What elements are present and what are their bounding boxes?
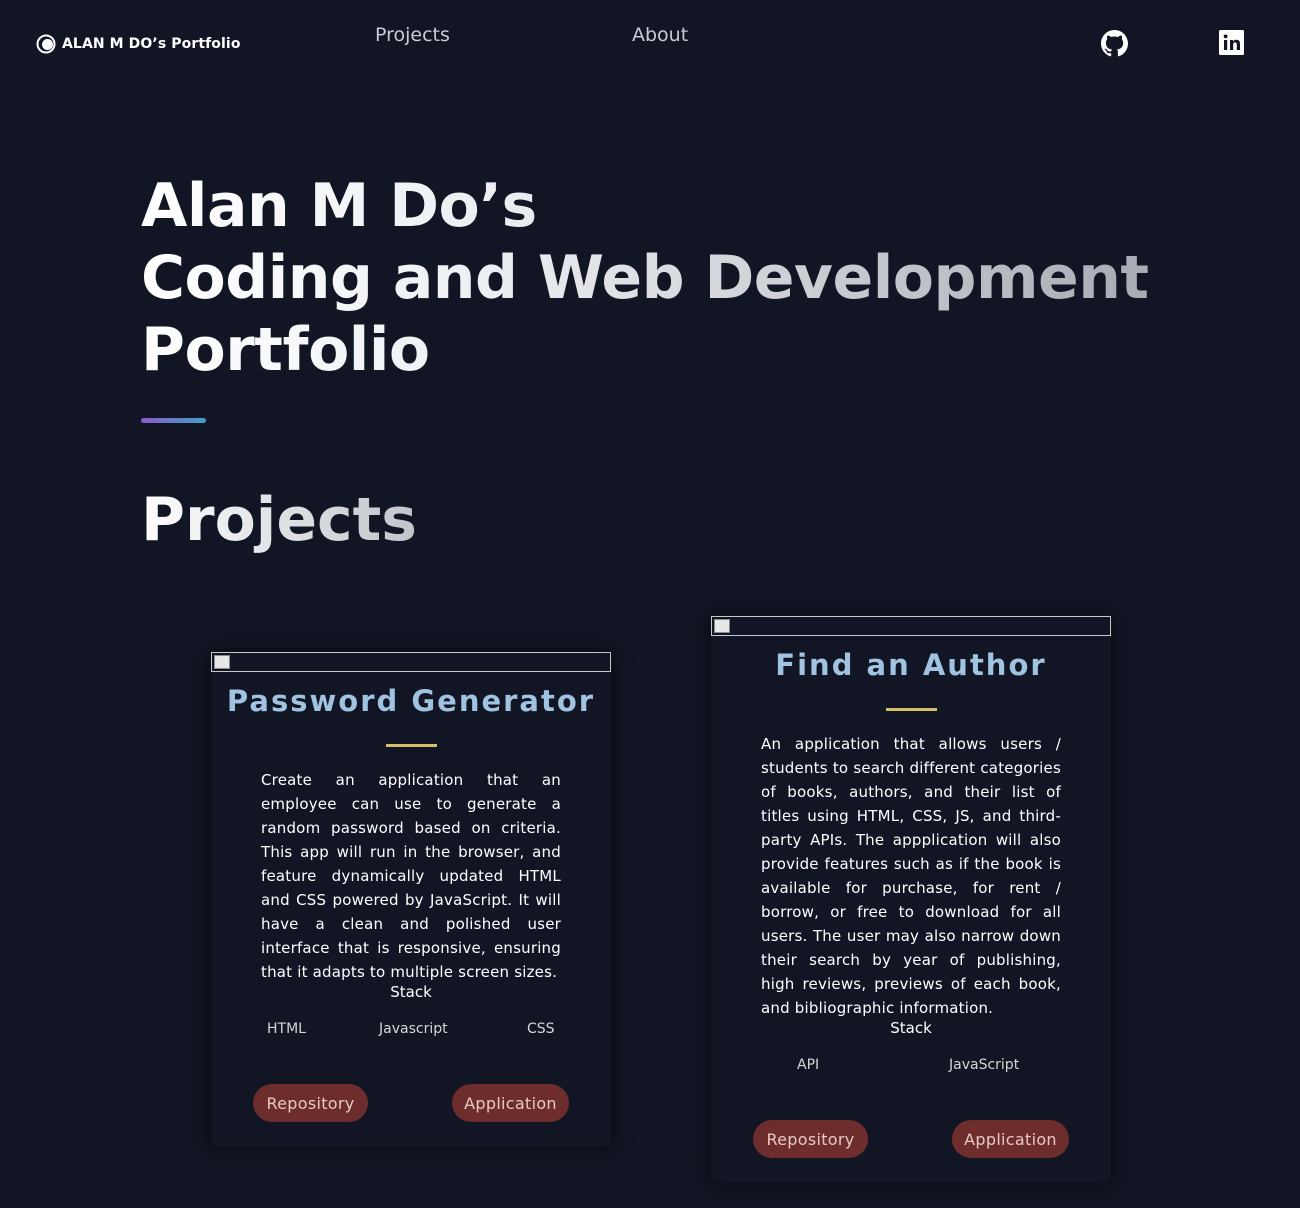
hero-title-line-1: Alan M Do’s <box>141 171 537 241</box>
stack-item-javascript: Javascript <box>379 1021 448 1037</box>
project-image-broken <box>711 616 1111 636</box>
application-button[interactable]: Application <box>952 1120 1069 1158</box>
stack-label: Stack <box>390 983 432 1001</box>
stack-item-javascript: JavaScript <box>949 1057 1020 1073</box>
stack-item-api: API <box>797 1057 820 1073</box>
projects-heading: Projects <box>141 480 417 560</box>
project-title: Password Generator <box>226 684 596 718</box>
application-button[interactable]: Application <box>452 1084 569 1122</box>
project-image-broken <box>211 652 611 672</box>
hero-title-line-3: Portfolio <box>141 315 430 385</box>
hero-accent-divider <box>141 418 206 423</box>
top-nav: ALAN M DO’s Portfolio Projects About <box>0 0 1300 90</box>
github-icon[interactable] <box>1101 30 1128 57</box>
hero-title-line-2: Coding and Web Development <box>141 243 1149 313</box>
title-divider <box>886 708 937 711</box>
brand[interactable]: ALAN M DO’s Portfolio <box>36 34 241 54</box>
brand-logo-icon <box>36 34 56 54</box>
project-description: An application that allows users / stude… <box>761 735 1061 1017</box>
nav-link-projects[interactable]: Projects <box>375 24 450 46</box>
stack-item-html: HTML <box>267 1021 306 1037</box>
linkedin-icon[interactable] <box>1219 30 1246 57</box>
project-title: Find an Author <box>775 648 1047 682</box>
title-divider <box>386 744 437 747</box>
project-card-password-generator: Password Generator Create an application… <box>211 652 611 1147</box>
nav-link-about[interactable]: About <box>632 24 688 46</box>
repository-button[interactable]: Repository <box>753 1120 868 1158</box>
stack-label: Stack <box>890 1019 932 1037</box>
hero-title: Alan M Do’s Coding and Web Development P… <box>141 170 1149 386</box>
brand-name: ALAN M DO’s Portfolio <box>62 36 241 52</box>
broken-image-icon <box>714 619 730 633</box>
stack-item-css: CSS <box>527 1021 555 1037</box>
project-description: Create an application that an employee c… <box>261 771 561 981</box>
broken-image-icon <box>214 655 230 669</box>
project-card-find-an-author: Find an Author An application that allow… <box>711 616 1111 1183</box>
repository-button[interactable]: Repository <box>253 1084 368 1122</box>
